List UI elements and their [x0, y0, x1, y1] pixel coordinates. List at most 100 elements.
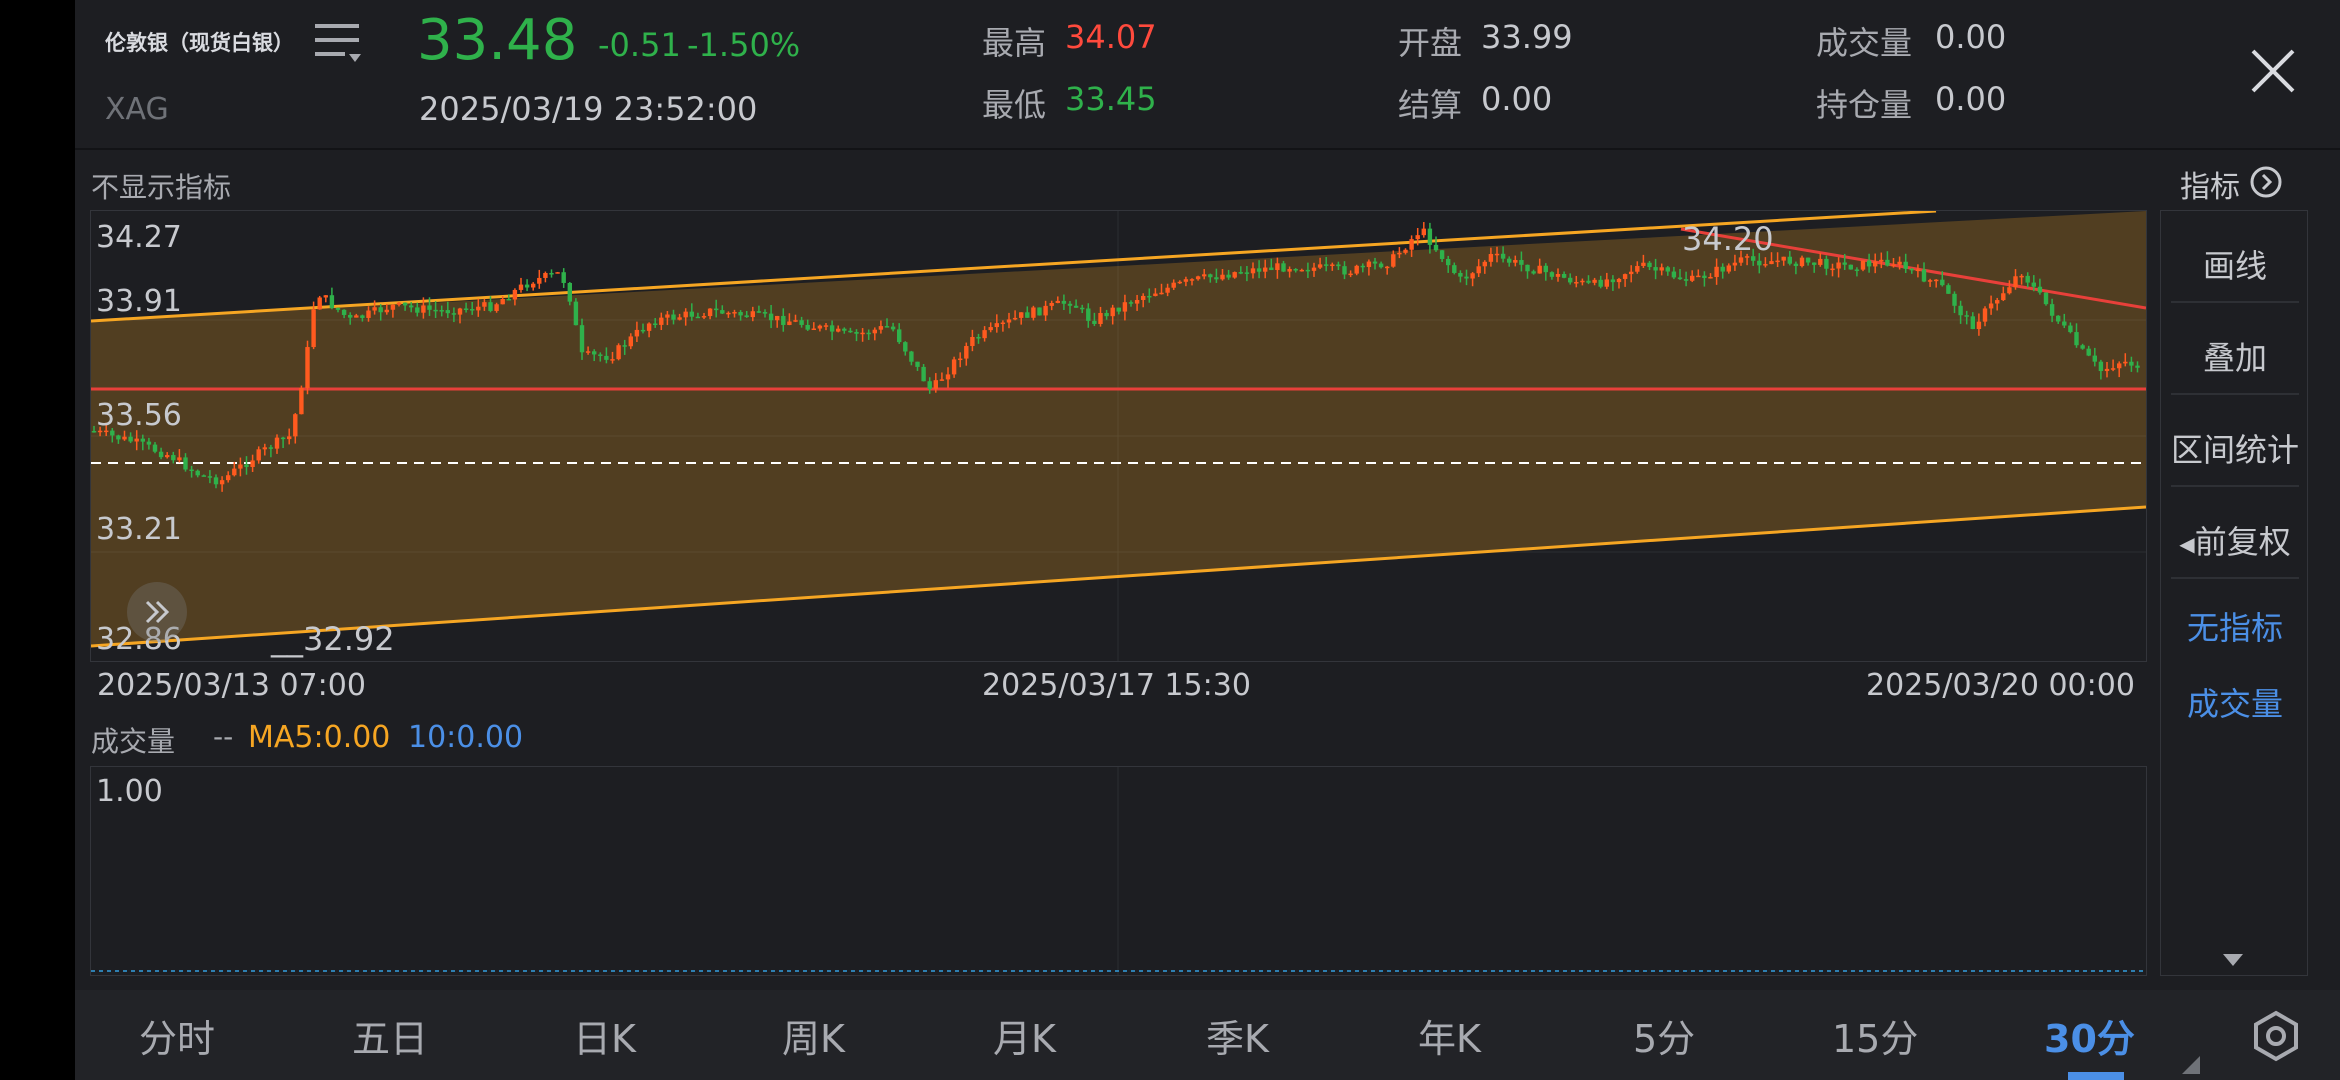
active-tab-indicator: [2068, 1072, 2124, 1080]
candle-body: [2013, 276, 2018, 288]
candle-body: [402, 302, 408, 306]
tab-30min[interactable]: 30分: [2044, 1008, 2135, 1063]
tab-5min[interactable]: 5分: [1633, 1008, 1695, 1063]
last-price: 33.48: [417, 8, 578, 73]
candle-body: [836, 328, 841, 332]
side-divider: [2171, 577, 2299, 579]
candle-body: [1574, 282, 1579, 284]
time-label-1: 2025/03/13 07:00: [97, 668, 366, 703]
tab-day-k[interactable]: 日K: [573, 1008, 636, 1063]
tab-timeshare[interactable]: 分时: [139, 1008, 215, 1063]
max-price-marker: 34.20: [1682, 220, 1774, 258]
candle-body: [1012, 317, 1018, 320]
candle-body: [1598, 279, 1603, 287]
candle-body: [1080, 307, 1085, 310]
overlay-button[interactable]: 叠加: [2161, 333, 2309, 379]
tab-week-k[interactable]: 周K: [782, 1008, 845, 1063]
adjust-button[interactable]: ◀前复权: [2161, 517, 2309, 563]
candle-body: [1513, 260, 1518, 263]
candle-body: [1366, 261, 1372, 268]
candle-body: [1982, 308, 1988, 322]
price-label-1: 34.27: [96, 220, 182, 255]
candle-body: [1073, 305, 1079, 308]
indicator-button[interactable]: 指标: [2180, 162, 2283, 205]
candle-body: [146, 441, 152, 445]
candle-body: [640, 329, 646, 332]
candle-body: [1665, 267, 1670, 272]
candle-body: [1482, 261, 1487, 267]
adjust-button-label: 前复权: [2194, 523, 2291, 561]
candle-body: [762, 312, 768, 314]
candle-body: [1842, 262, 1847, 265]
tab-year-k[interactable]: 年K: [1418, 1008, 1481, 1063]
candle-body: [262, 447, 267, 450]
candle-body: [1372, 261, 1378, 264]
tab-15min[interactable]: 15分: [1832, 1008, 1918, 1063]
volume-ma5: MA5:0.00: [248, 720, 391, 755]
close-icon[interactable]: [2250, 48, 2296, 94]
candle-body: [341, 309, 347, 315]
candle-body: [390, 304, 396, 310]
hide-indicator-toggle[interactable]: 不显示指标: [91, 166, 231, 206]
candle-body: [842, 328, 847, 331]
menu-list-icon[interactable]: [313, 18, 365, 70]
candle-body: [1470, 273, 1475, 279]
candle-body: [384, 309, 389, 313]
position-label: 持仓量: [1816, 86, 1913, 124]
candle-body: [1305, 269, 1311, 272]
hexagon-settings-icon[interactable]: [2250, 1010, 2302, 1066]
double-chevron-right-icon[interactable]: [127, 582, 187, 642]
position-value: 0.00: [1935, 80, 2007, 118]
candle-body: [2043, 292, 2049, 305]
candle-body: [1281, 263, 1286, 272]
draw-line-button[interactable]: 画线: [2161, 241, 2309, 287]
candle-body: [604, 355, 609, 360]
tab-quarter-k[interactable]: 季K: [1206, 1008, 1269, 1063]
candle-body: [634, 329, 640, 337]
candle-body: [1946, 285, 1951, 294]
volume-chart[interactable]: [90, 766, 2147, 976]
triangle-down-icon[interactable]: [2223, 953, 2243, 972]
candle-body: [1385, 266, 1390, 269]
candle-body: [1622, 274, 1628, 279]
candle-body: [854, 331, 859, 334]
candle-body: [1092, 320, 1097, 324]
candlestick-chart[interactable]: [90, 209, 2147, 662]
candle-body: [1141, 295, 1146, 300]
candle-body: [1561, 273, 1567, 278]
candle-body: [2074, 332, 2079, 346]
candle-body: [415, 307, 420, 313]
candle-body: [1220, 274, 1225, 280]
candle-body: [335, 307, 341, 310]
candle-body: [1238, 272, 1243, 274]
candle-body: [951, 359, 957, 375]
candle-body: [421, 305, 426, 313]
candle-body: [256, 449, 261, 461]
range-stats-button[interactable]: 区间统计: [2161, 425, 2309, 471]
candle-body: [2001, 293, 2006, 301]
candle-body: [1531, 271, 1536, 274]
candle-body: [2135, 365, 2140, 368]
candle-body: [1616, 278, 1622, 283]
candle-body: [177, 457, 182, 461]
candle-body: [1134, 299, 1140, 304]
candle-body: [750, 311, 755, 318]
candle-body: [1763, 264, 1768, 266]
volume-indicator-button[interactable]: 成交量: [2161, 679, 2309, 725]
candle-body: [1927, 280, 1933, 282]
candle-body: [189, 469, 194, 472]
candle-body: [1714, 266, 1719, 277]
candle-body: [1799, 257, 1805, 267]
tab-month-k[interactable]: 月K: [993, 1008, 1056, 1063]
candle-body: [1391, 254, 1396, 267]
candle-body: [524, 284, 530, 288]
candle-body: [1995, 300, 2000, 304]
high-label: 最高: [982, 24, 1047, 62]
candle-body: [329, 295, 335, 308]
candle-body: [354, 315, 359, 318]
tab-five-day[interactable]: 五日: [352, 1008, 428, 1063]
min-price-value: 32.92: [303, 620, 395, 658]
candle-body: [274, 437, 280, 449]
no-indicator-button[interactable]: 无指标: [2161, 603, 2309, 649]
candle-body: [1122, 302, 1128, 312]
